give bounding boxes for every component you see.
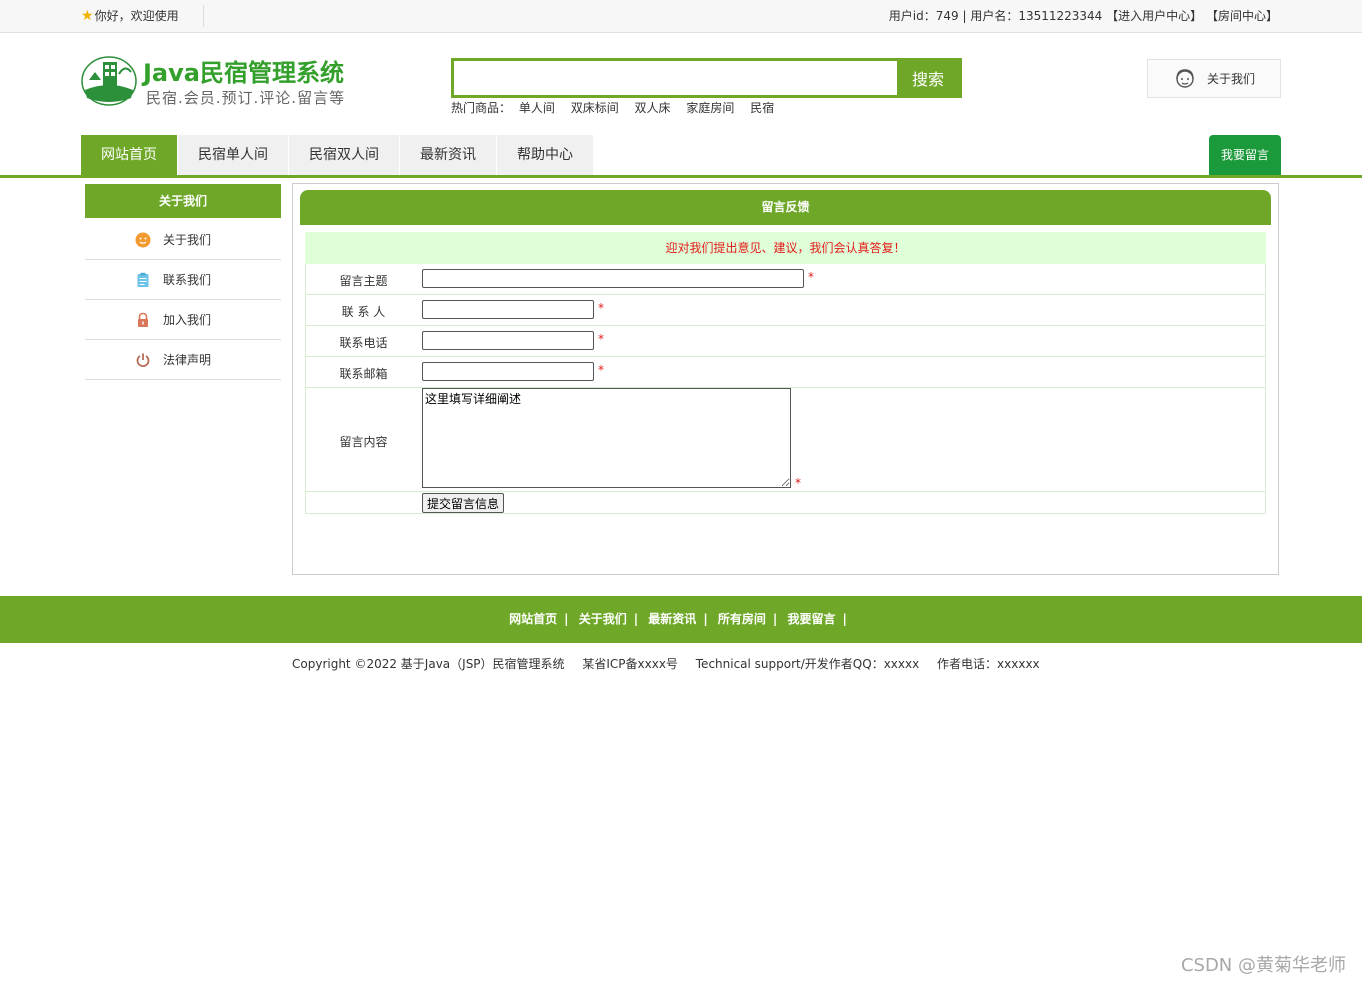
hot-item[interactable]: 民宿 xyxy=(750,101,774,115)
about-us-label: 关于我们 xyxy=(1206,72,1255,86)
footer-separator: | xyxy=(842,612,847,626)
phone-label: 联系电话 xyxy=(339,336,388,350)
tab-single-room[interactable]: 民宿单人间 xyxy=(178,135,288,175)
row-phone: 联系电话 * xyxy=(305,326,1266,357)
sidebar-item-label: 加入我们 xyxy=(163,313,212,327)
hot-label: 热门商品： xyxy=(451,101,512,115)
hot-item[interactable]: 单人间 xyxy=(519,101,555,115)
watermark: CSDN @黄菊华老师 xyxy=(1180,955,1346,976)
search-button[interactable]: 搜索 xyxy=(897,58,959,98)
required-mark: * xyxy=(598,363,604,377)
clipboard-icon xyxy=(135,272,151,288)
row-contact: 联 系 人 * xyxy=(305,295,1266,326)
footer-link-about[interactable]: 关于我们 xyxy=(579,612,627,626)
footer-separator: | xyxy=(703,612,708,626)
divider xyxy=(203,5,204,27)
copyright-text: Copyright ©2022 基于Java（JSP）民宿管理系统 xyxy=(292,657,565,671)
smile-icon xyxy=(135,232,151,248)
submit-button[interactable]: 提交留言信息 xyxy=(422,493,504,513)
required-mark: * xyxy=(598,332,604,346)
hot-item[interactable]: 双床标间 xyxy=(571,101,619,115)
footer-separator: | xyxy=(772,612,778,626)
contact-label: 联 系 人 xyxy=(341,305,386,319)
footer-links: 网站首页 | 关于我们 | 最新资讯 | 所有房间 | 我要留言 | xyxy=(0,596,1362,643)
row-subject: 留言主题 * xyxy=(305,264,1266,295)
user-info-bar: 用户id：749 | 用户名：13511223344 【进入用户中心】 【房间中… xyxy=(889,7,1278,24)
sidebar-item-label: 法律声明 xyxy=(163,353,212,367)
welcome-text: ★ 你好，欢迎使用 xyxy=(81,7,179,24)
row-submit: 提交留言信息 xyxy=(305,492,1266,514)
footer-link-leave-message[interactable]: 我要留言 xyxy=(787,612,835,626)
customer-service-icon xyxy=(1176,68,1194,88)
subject-label: 留言主题 xyxy=(339,274,388,288)
logo-icon xyxy=(81,54,137,106)
search-box: 搜索 xyxy=(451,58,962,98)
lock-icon xyxy=(135,312,151,328)
row-email: 联系邮箱 * xyxy=(305,357,1266,388)
panel-title: 留言反馈 xyxy=(300,190,1271,225)
sidebar-item-label: 联系我们 xyxy=(163,273,212,287)
tab-help[interactable]: 帮助中心 xyxy=(497,135,593,175)
user-info: 用户id：749 | 用户名：13511223344 xyxy=(888,9,1103,23)
contact-input[interactable] xyxy=(422,300,594,319)
footer-bar: 网站首页 | 关于我们 | 最新资讯 | 所有房间 | 我要留言 | xyxy=(0,596,1362,643)
footer-link-home[interactable]: 网站首页 xyxy=(509,612,557,626)
content-label: 留言内容 xyxy=(339,435,388,449)
row-content: 留言内容 这里填写详细阐述 * xyxy=(305,388,1266,492)
search-input[interactable] xyxy=(454,61,898,95)
phone-text: 作者电话：xxxxxx xyxy=(937,657,1040,671)
required-mark: * xyxy=(808,270,814,284)
icp-text: 某省ICP备xxxx号 xyxy=(582,657,678,671)
tab-double-room[interactable]: 民宿双人间 xyxy=(289,135,399,175)
footer-link-news[interactable]: 最新资讯 xyxy=(648,612,696,626)
logo-title: Java民宿管理系统 xyxy=(143,59,344,87)
star-icon: ★ xyxy=(81,7,94,24)
subject-input[interactable] xyxy=(422,269,804,288)
sidebar-item-join[interactable]: 加入我们 xyxy=(85,300,281,340)
about-us-button[interactable]: 关于我们 xyxy=(1147,59,1281,98)
sidebar-title: 关于我们 xyxy=(85,184,281,218)
email-input[interactable] xyxy=(422,362,594,381)
tab-news[interactable]: 最新资讯 xyxy=(400,135,496,175)
sidebar-list: 关于我们 联系我们 加入我们 法律声明 xyxy=(85,220,281,380)
nav-underline xyxy=(0,175,1362,178)
notice-text: 迎对我们提出意见、建议，我们会认真答复！ xyxy=(305,232,1266,264)
required-mark: * xyxy=(598,301,604,315)
copyright: Copyright ©2022 基于Java（JSP）民宿管理系统 某省ICP备… xyxy=(292,655,1054,672)
required-mark: * xyxy=(795,476,801,490)
sidebar-item-contact[interactable]: 联系我们 xyxy=(85,260,281,300)
top-bar: ★ 你好，欢迎使用 用户id：749 | 用户名：13511223344 【进入… xyxy=(0,0,1362,33)
room-center-link[interactable]: 【房间中心】 xyxy=(1206,9,1278,23)
power-icon xyxy=(135,352,151,368)
content-textarea[interactable]: 这里填写详细阐述 xyxy=(422,388,791,488)
user-center-link[interactable]: 【进入用户中心】 xyxy=(1106,9,1202,23)
hot-items: 热门商品： 单人间 双床标间 双人床 家庭房间 民宿 xyxy=(451,99,786,116)
logo-subtitle: 民宿.会员.预订.评论.留言等 xyxy=(146,89,346,107)
phone-input[interactable] xyxy=(422,331,594,350)
welcome-label: 你好，欢迎使用 xyxy=(94,9,179,23)
sidebar-item-label: 关于我们 xyxy=(163,233,212,247)
footer-link-rooms[interactable]: 所有房间 xyxy=(718,612,766,626)
footer-separator: | xyxy=(564,612,569,626)
footer-separator: | xyxy=(633,612,639,626)
sidebar-item-legal[interactable]: 法律声明 xyxy=(85,340,281,380)
email-label: 联系邮箱 xyxy=(339,367,388,381)
support-text: Technical support/开发作者QQ：xxxxx xyxy=(695,657,920,671)
leave-message-button[interactable]: 我要留言 xyxy=(1209,135,1281,175)
hot-item[interactable]: 家庭房间 xyxy=(686,101,734,115)
hot-item[interactable]: 双人床 xyxy=(635,101,671,115)
sidebar-item-about[interactable]: 关于我们 xyxy=(85,220,281,260)
main-nav: 网站首页 民宿单人间 民宿双人间 最新资讯 帮助中心 xyxy=(81,135,594,175)
tab-home[interactable]: 网站首页 xyxy=(81,135,177,175)
feedback-panel: 留言反馈 迎对我们提出意见、建议，我们会认真答复！ 留言主题 * 联 系 人 *… xyxy=(292,183,1279,575)
